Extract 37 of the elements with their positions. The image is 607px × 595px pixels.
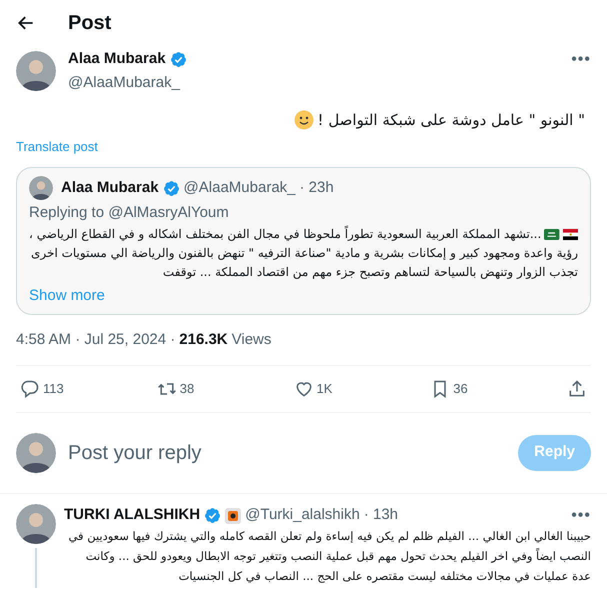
author-name[interactable]: Alaa Mubarak [61,176,159,200]
views-label: Views [232,330,272,350]
action-count: 38 [180,380,194,398]
author-handle[interactable]: @AlaaMubarak_ [68,74,180,90]
quoted-text-line: تجذب الزوار وتنهض بالسياحة لتساهم وتصبح جزء مهم من اقتصاد المملكة ... توقفت [162,264,578,281]
reply-text-line: النصب ايضاً وفي اخر الفيلم يحدث تحول مهم قبل عملية النصب وتتغير توجه الابطال ويعودو للحق ... وكانت [84,548,591,565]
quoted-text-line: رؤية واعدة ومجهود كبير و إمكانات بشرية و مادية "صناعة الترفيه " تنهض بالفنون والرياضة الي مستويات اخرى [31,245,578,262]
reply-text-line: حبيبنا الغالي ابن الغالي ... الفيلم ظلم لم يكن فيه إساءة ولم تعلن القصه كامله والتي يشترك فيها سعوديين في [67,528,591,545]
share-icon[interactable] [567,378,587,398]
avatar[interactable] [29,176,53,200]
post-time: · 23h [300,178,334,198]
action-count: 113 [43,380,64,398]
views-count: 216.3K [179,330,228,350]
speech-bubble-icon[interactable] [20,378,40,398]
avatar[interactable] [16,432,56,472]
quoted-post-card[interactable] [16,167,591,314]
more-options-icon[interactable]: ••• [571,504,591,528]
post-text: " النونو " عامل دوشة على شبكة التواصل ! [318,110,585,131]
replying-to-text: Replying to @AlMasryAlYoum [29,203,230,223]
reply-text-line: عدة عمليات في مجالات مختلفه ليست مقتصره على الحج ... النصاب في كل الجنسيات [178,568,591,585]
affiliate-badge-icon [225,508,242,524]
avatar[interactable] [16,504,56,544]
avatar[interactable] [16,51,56,92]
smiley-icon [294,110,314,130]
saudi-flag-icon [544,228,560,240]
page-title: Post [68,11,112,36]
more-options-icon[interactable]: ••• [571,48,591,72]
author-handle[interactable]: @Turki_alalshikh [245,504,360,527]
author-name[interactable]: Alaa Mubarak [68,48,166,70]
author-name[interactable]: TURKI ALALSHIKH [64,504,200,527]
egypt-flag-icon [562,228,578,240]
quoted-text-line: ...تشهد المملكة العربية السعودية تطوراً ملحوظا في مجال الفن بمختلف اشكاله و في القطاع الرياضي ، [29,225,542,243]
author-handle[interactable]: @AlaaMubarak_ [184,176,296,200]
action-count: 1K [316,380,332,398]
post-time: · 13h [364,505,398,526]
post-timestamp: 4:58 AM · Jul 25, 2024 · [16,330,176,350]
action-count: 36 [453,380,468,398]
